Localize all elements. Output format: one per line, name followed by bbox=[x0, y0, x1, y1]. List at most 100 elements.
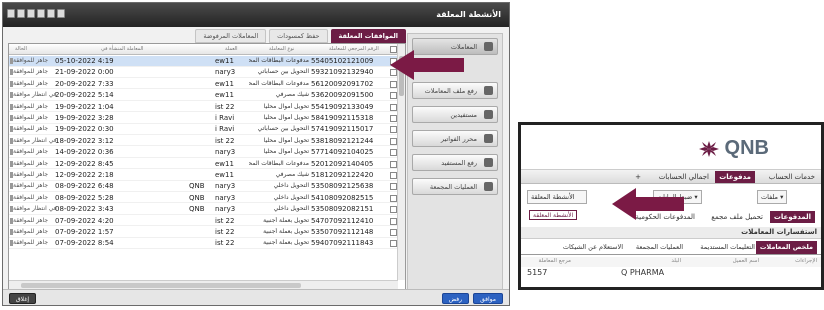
transaction-number-cell: 51812092122420 bbox=[311, 171, 374, 179]
nav-invoice-editor[interactable]: محرر الفواتير bbox=[412, 130, 498, 147]
nav-upload-transactions[interactable]: رفع ملف المعاملات bbox=[412, 82, 498, 99]
row-checkbox[interactable] bbox=[390, 183, 397, 191]
window-control-button[interactable] bbox=[37, 9, 45, 18]
status-cell: جاهز للموافقة bbox=[13, 239, 49, 247]
nav-bulk-operations[interactable]: العمليات المجمعة bbox=[412, 178, 498, 195]
nav-upload-beneficiary[interactable]: رفع المستفيد bbox=[412, 154, 498, 171]
table-row[interactable]: جاهز للموافقة 08-09-2022 6:48 nary3 QNB التح… bbox=[9, 181, 398, 192]
currency-cell: ist 22 bbox=[215, 239, 235, 248]
tab-transactions-summary[interactable]: ملخص المعاملات bbox=[755, 241, 817, 254]
scrollbar-thumb[interactable] bbox=[21, 283, 301, 288]
table-row[interactable]: جاهز للموافقة 07-09-2022 1:57 ist 22 تحويل … bbox=[9, 227, 398, 238]
table-row[interactable]: جاهز للموافقة 12-09-2022 2:18 ew11 شيك مصرف… bbox=[9, 170, 398, 181]
row-checkbox[interactable] bbox=[390, 103, 397, 111]
status-cell: جاهز للموافقة bbox=[13, 148, 49, 156]
category-cell: التحويل داخلي bbox=[273, 182, 309, 190]
row-checkbox[interactable] bbox=[390, 206, 397, 214]
category-cell: مدفوعات البطاقات المحلية bbox=[249, 57, 309, 64]
window-control-button[interactable] bbox=[57, 9, 65, 18]
tab-drafts[interactable]: حفظ كمسودات bbox=[269, 29, 328, 43]
menu-total-accounts[interactable]: اجمالي الحسابات bbox=[659, 173, 709, 181]
window-control-button[interactable] bbox=[7, 9, 15, 18]
row-checkbox[interactable] bbox=[390, 115, 397, 122]
table-row[interactable]: جاهز للموافقة 07-09-2022 8:54 ist 22 تحويل … bbox=[9, 238, 398, 249]
header-customer-name: اسم العميل bbox=[732, 258, 759, 264]
status-cell: جاهز للموافقة bbox=[13, 79, 49, 87]
table-row[interactable]: جاهز للموافقة 12-09-2022 8:45 ew11 مدفوعات … bbox=[9, 159, 398, 170]
reference-cell: QNB bbox=[189, 193, 205, 202]
header-number[interactable]: الرقم المرجعي للمعاملة bbox=[329, 46, 379, 52]
window-control-button[interactable] bbox=[17, 9, 25, 18]
invoice-editor-icon bbox=[484, 134, 493, 143]
window-control-button[interactable] bbox=[27, 9, 35, 18]
status-cell: جاهز للموافقة bbox=[13, 216, 49, 224]
date-cell: 19-09-2022 3:28 bbox=[55, 114, 114, 122]
transaction-number-cell: 53507092112148 bbox=[311, 228, 374, 236]
menu-account-services[interactable]: خدمات الحساب bbox=[769, 173, 815, 181]
pending-activities-badge[interactable]: الأنشطة المعلقة bbox=[529, 210, 578, 220]
row-checkbox[interactable] bbox=[390, 194, 397, 202]
tab-rejected[interactable]: المعاملات المرفوضة bbox=[195, 29, 267, 43]
date-cell: 08-09-2022 6:48 bbox=[55, 182, 114, 191]
header-currency[interactable]: العملة bbox=[225, 46, 238, 52]
subnav-payments[interactable]: المدفوعات bbox=[769, 211, 815, 223]
tab-bulk-operations[interactable]: العمليات المجمعة bbox=[636, 243, 683, 251]
row-checkbox[interactable] bbox=[390, 217, 397, 225]
subnav-bulk-upload[interactable]: تحميل ملف مجمع bbox=[711, 213, 763, 221]
nav-beneficiaries[interactable]: مستفيدين bbox=[412, 106, 498, 123]
row-checkbox[interactable] bbox=[390, 229, 397, 236]
table-row[interactable]: جاهز للموافقة 19-09-2022 1:04 ist 22 تحويل … bbox=[9, 102, 398, 113]
menu-add[interactable]: + bbox=[635, 173, 641, 181]
table-row[interactable]: جاهز للموافقة 19-09-2022 0:30 i Ravi التحوي… bbox=[9, 124, 398, 135]
date-cell: 07-09-2022 1:57 bbox=[55, 228, 114, 236]
table-row[interactable]: جاهز للموافقة 07-09-2022 4:20 ist 22 تحويل … bbox=[9, 216, 398, 227]
inquiry-table-header: الإجراءات اسم العميل البلد مرجع المعاملة bbox=[521, 257, 821, 267]
table-row[interactable]: في انتظار موافقة 20-09-2022 5:14 ew11 شيك م… bbox=[9, 90, 398, 101]
table-row[interactable]: جاهز للموافقة 14-09-2022 0:36 nary3 تحويل أ… bbox=[9, 147, 398, 158]
close-button[interactable]: إغلاق bbox=[9, 293, 37, 304]
files-button[interactable]: ملفات ▾ bbox=[757, 190, 788, 204]
row-checkbox[interactable] bbox=[390, 149, 397, 157]
reject-button[interactable]: رفض bbox=[441, 293, 469, 304]
category-cell: التحويل داخلي bbox=[273, 205, 309, 213]
tab-cheque-inquiry[interactable]: الاستعلام عن الشيكات bbox=[563, 243, 623, 251]
header-category[interactable]: نوع المعاملة bbox=[269, 46, 294, 52]
approve-button[interactable]: موافق bbox=[473, 293, 503, 304]
table-row[interactable]: جاهز للموافقة 08-09-2022 5:28 nary3 QNB التح… bbox=[9, 193, 398, 204]
customer-name: Q PHARMA bbox=[621, 268, 665, 277]
tab-pending-approvals[interactable]: الموافقات المعلقة bbox=[330, 29, 406, 43]
row-checkbox[interactable] bbox=[390, 92, 397, 100]
row-checkbox[interactable] bbox=[390, 137, 397, 145]
category-cell: تحويل بعملة أجنبية bbox=[263, 228, 309, 235]
header-date[interactable]: المعاملة المنشأة في bbox=[101, 46, 143, 52]
table-row[interactable]: في انتظار موافقة 08-09-2022 3:43 nary3 QNB ا… bbox=[9, 204, 398, 215]
status-cell: جاهز للموافقة bbox=[13, 171, 49, 178]
status-cell: جاهز للموافقة bbox=[13, 228, 49, 235]
transaction-number-cell: 55419092133049 bbox=[311, 102, 374, 111]
reference-cell: QNB bbox=[189, 182, 205, 191]
table-row[interactable]: جاهز للموافقة 21-09-2022 0:00 nary3 التحويل… bbox=[9, 67, 398, 78]
upload-file-icon bbox=[484, 86, 493, 95]
table-row[interactable]: جاهز للموافقة 20-09-2022 7:33 ew11 مدفوعات … bbox=[9, 79, 398, 90]
table-row[interactable]: في انتظار موافقة 18-09-2022 3:12 ist 22 تحو… bbox=[9, 136, 398, 147]
menu-payments[interactable]: مدفوعات bbox=[715, 171, 755, 183]
date-cell: 12-09-2022 2:18 bbox=[55, 171, 114, 179]
window-control-button[interactable] bbox=[47, 9, 55, 18]
status-cell: جاهز للموافقة bbox=[13, 125, 49, 133]
header-status[interactable]: الحالة bbox=[15, 46, 27, 52]
row-checkbox[interactable] bbox=[390, 126, 397, 134]
row-checkbox[interactable] bbox=[390, 172, 397, 179]
row-checkbox[interactable] bbox=[390, 80, 397, 88]
row-checkbox[interactable] bbox=[390, 160, 397, 168]
table-row[interactable]: جاهز للموافقة 19-09-2022 3:28 i Ravi تحويل … bbox=[9, 113, 398, 124]
table-row[interactable]: جاهز للموافقة 05-10-2022 4:19 ew11 مدفوعات … bbox=[9, 56, 398, 67]
date-cell: 19-09-2022 0:30 bbox=[55, 125, 114, 134]
tab-standing-instructions[interactable]: التعليمات المستديمة bbox=[700, 243, 755, 251]
window-controls bbox=[7, 9, 65, 18]
row-checkbox[interactable] bbox=[390, 240, 397, 248]
pending-activities-button[interactable]: الأنشطة المعلقة bbox=[527, 190, 587, 204]
status-cell: جاهز للموافقة bbox=[13, 193, 49, 201]
nav-label: رفع ملف المعاملات bbox=[424, 86, 477, 95]
transaction-ref: 5157 bbox=[527, 268, 548, 277]
pending-activities-window: الأنشطة المعلقة المعاملات رفع ملف المعام… bbox=[2, 2, 510, 306]
